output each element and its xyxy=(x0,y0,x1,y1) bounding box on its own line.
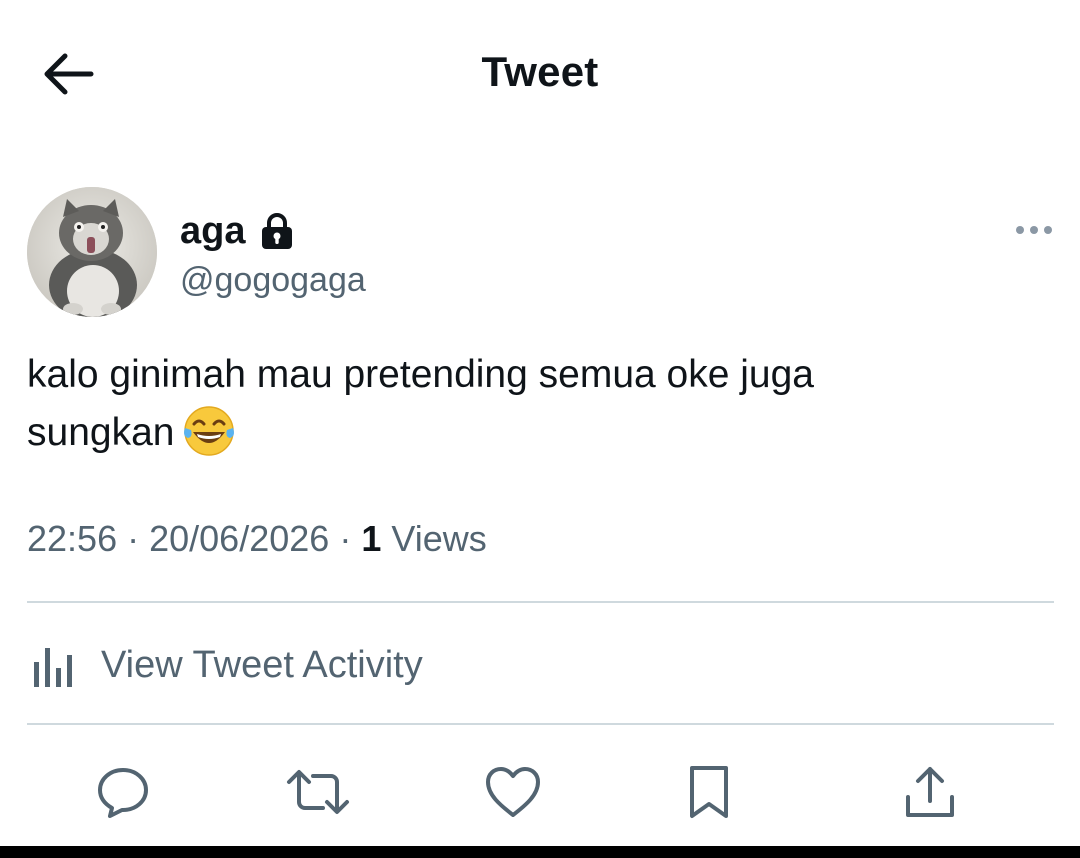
like-button[interactable] xyxy=(478,752,548,832)
meta-separator: · xyxy=(339,518,362,559)
bar-chart-icon xyxy=(34,648,72,687)
page-title: Tweet xyxy=(481,48,599,95)
reply-bubble-icon xyxy=(98,768,148,818)
bookmark-icon xyxy=(690,766,728,818)
retweet-button[interactable] xyxy=(283,752,353,832)
face-with-tears-of-joy-icon xyxy=(184,405,235,456)
reply-button[interactable] xyxy=(88,752,158,832)
more-options-button[interactable] xyxy=(1011,215,1057,245)
view-tweet-activity-label: View Tweet Activity xyxy=(101,643,423,686)
meta-separator: · xyxy=(127,518,150,559)
heart-icon xyxy=(486,767,540,817)
divider xyxy=(27,723,1054,725)
tweet-action-bar xyxy=(0,752,1080,836)
top-header: Tweet xyxy=(0,0,1080,145)
cat-photo-avatar xyxy=(27,187,157,317)
tweet-date: 20/06/2026 xyxy=(149,518,330,559)
tweet-meta: 22:56 · 20/06/2026 · 1 Views xyxy=(27,518,487,560)
user-handle[interactable]: @gogogaga xyxy=(180,261,366,300)
system-bottom-bar xyxy=(0,846,1080,858)
view-tweet-activity-button[interactable]: View Tweet Activity xyxy=(27,630,423,700)
share-icon xyxy=(906,767,954,817)
more-horizontal-icon xyxy=(1016,226,1052,234)
views-count: 1 xyxy=(361,518,382,559)
tweet-detail-page: Tweet aga @gogogaga kalo ginimah mau pre… xyxy=(0,0,1080,858)
divider xyxy=(27,601,1054,603)
views-label: Views xyxy=(391,518,487,559)
tweet-text: kalo ginimah mau pretending semua oke ju… xyxy=(27,346,1027,462)
bookmark-button[interactable] xyxy=(674,752,744,832)
lock-icon xyxy=(262,213,293,249)
display-name[interactable]: aga xyxy=(180,210,245,253)
author-names: aga @gogogaga xyxy=(180,207,366,300)
display-name-row: aga xyxy=(180,207,366,255)
tweet-text-line-2: sungkan xyxy=(27,404,1027,462)
tweet-time: 22:56 xyxy=(27,518,118,559)
tweet-author: aga @gogogaga xyxy=(27,187,1057,322)
tweet-text-line-1: kalo ginimah mau pretending semua oke ju… xyxy=(27,353,814,396)
avatar[interactable] xyxy=(27,187,157,317)
tweet-text-line-2-words: sungkan xyxy=(27,411,175,454)
share-button[interactable] xyxy=(895,752,965,832)
retweet-icon xyxy=(287,770,349,814)
